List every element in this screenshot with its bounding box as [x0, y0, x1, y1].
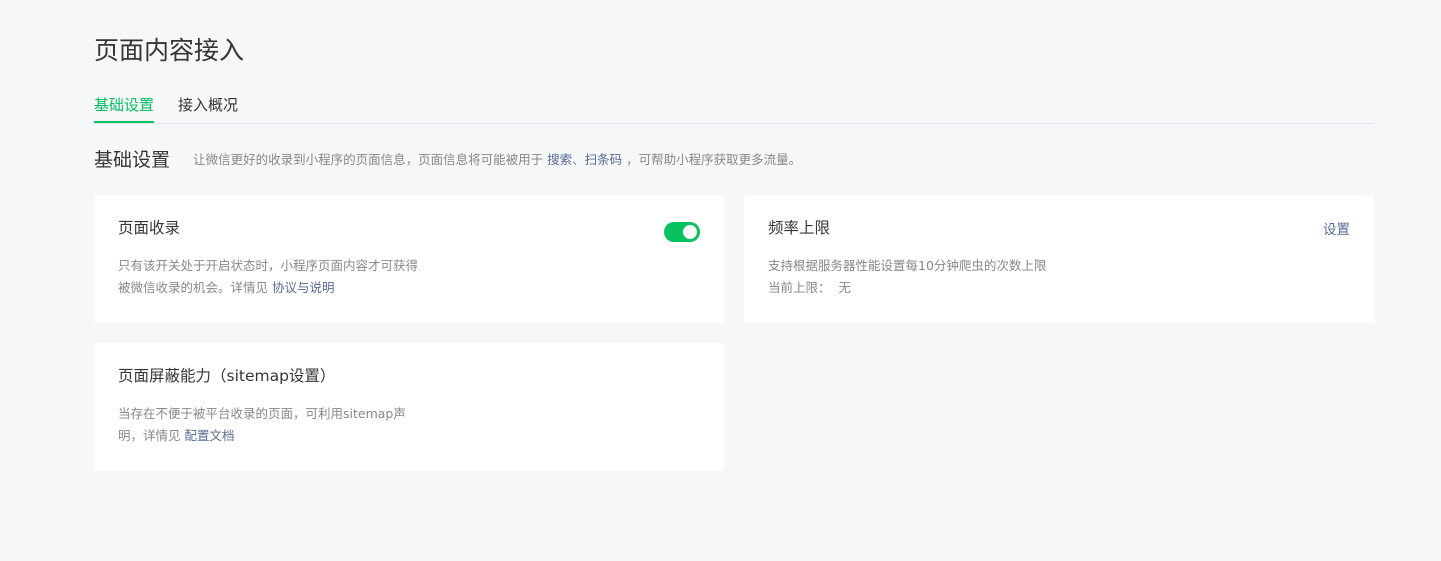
search-link[interactable]: 搜索: [547, 152, 572, 167]
page-index-toggle[interactable]: [664, 222, 700, 242]
sitemap-desc-line1: 当存在不便于被平台收录的页面，可利用sitemap声: [118, 406, 406, 421]
page-index-desc-line2-text: 被微信收录的机会。详情见: [118, 280, 269, 295]
tab-bar: 基础设置 接入概况: [94, 94, 1374, 124]
section-desc-suffix: ，可帮助小程序获取更多流量。: [626, 152, 802, 167]
page-index-desc-line2: 被微信收录的机会。详情见 协议与说明: [118, 277, 418, 299]
rate-limit-current: 当前上限： 无: [768, 277, 1046, 299]
agreement-link[interactable]: 协议与说明: [272, 280, 335, 295]
rate-limit-desc-line1: 支持根据服务器性能设置每10分钟爬虫的次数上限: [768, 258, 1047, 273]
sitemap-card: 页面屏蔽能力（sitemap设置） 当存在不便于被平台收录的页面，可利用site…: [94, 343, 724, 471]
tab-basic-settings[interactable]: 基础设置: [94, 94, 155, 123]
page-index-title: 页面收录: [118, 219, 181, 237]
config-doc-link[interactable]: 配置文档: [185, 428, 235, 443]
rate-limit-card: 频率上限 设置 支持根据服务器性能设置每10分钟爬虫的次数上限 当前上限： 无: [744, 195, 1374, 323]
sitemap-title: 页面屏蔽能力（sitemap设置）: [118, 367, 336, 385]
page-title: 页面内容接入: [94, 36, 245, 65]
sitemap-desc-line2-text: 明，详情见: [118, 428, 181, 443]
page-index-card: 页面收录 只有该开关处于开启状态时，小程序页面内容才可获得 被微信收录的机会。详…: [94, 195, 724, 323]
section-desc-prefix: 让微信更好的收录到小程序的页面信息，页面信息将可能被用于: [193, 152, 544, 167]
rate-limit-title: 频率上限: [768, 219, 831, 237]
sitemap-desc-line2: 明，详情见 配置文档: [118, 425, 406, 447]
rate-limit-description: 支持根据服务器性能设置每10分钟爬虫的次数上限 当前上限： 无: [768, 255, 1046, 299]
section-title: 基础设置: [94, 149, 171, 171]
page-index-description: 只有该开关处于开启状态时，小程序页面内容才可获得 被微信收录的机会。详情见 协议…: [118, 255, 418, 299]
section-header: 基础设置 让微信更好的收录到小程序的页面信息，页面信息将可能被用于 搜索、扫条码…: [94, 147, 801, 173]
current-limit-value: 无: [838, 280, 851, 295]
toggle-knob: [683, 225, 697, 239]
tab-access-overview[interactable]: 接入概况: [178, 94, 238, 123]
rate-limit-settings-link[interactable]: 设置: [1323, 220, 1350, 240]
section-description: 让微信更好的收录到小程序的页面信息，页面信息将可能被用于 搜索、扫条码 ，可帮助…: [193, 147, 801, 173]
scan-code-link[interactable]: 扫条码: [585, 152, 623, 167]
page-index-desc-line1: 只有该开关处于开启状态时，小程序页面内容才可获得: [118, 258, 419, 273]
sitemap-description: 当存在不便于被平台收录的页面，可利用sitemap声 明，详情见 配置文档: [118, 403, 406, 447]
current-limit-label: 当前上限：: [768, 280, 831, 295]
separator-text: 、: [572, 152, 585, 167]
